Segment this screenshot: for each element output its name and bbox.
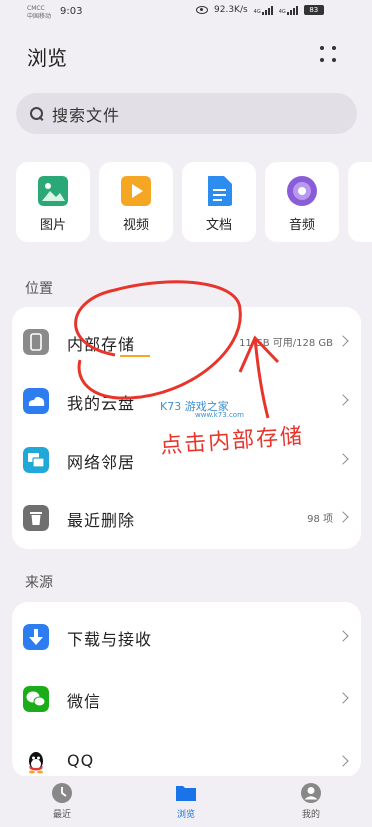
status-bar: CMCC 中国移动 9:03 92.3K/s 4G 4G 83 xyxy=(0,0,372,26)
section-title-location: 位置 xyxy=(25,281,53,297)
list-item-recently-deleted[interactable]: 最近删除 98 项 xyxy=(12,488,361,546)
wechat-icon xyxy=(23,686,49,712)
more-options-icon[interactable] xyxy=(318,44,340,66)
cloud-icon xyxy=(23,388,49,414)
category-audio[interactable]: 音频 xyxy=(265,162,339,242)
battery-icon: 83 xyxy=(303,5,324,15)
download-icon xyxy=(23,624,49,650)
item-label: 下载与接收 xyxy=(67,630,153,649)
eye-comfort-icon xyxy=(196,6,208,14)
tab-label: 浏览 xyxy=(176,810,195,820)
category-label: 图片 xyxy=(39,218,66,233)
phone-storage-icon xyxy=(23,329,49,355)
tab-profile[interactable]: 我的 xyxy=(271,782,351,820)
list-item-wechat[interactable]: 微信 xyxy=(12,669,361,727)
tab-label: 最近 xyxy=(52,810,71,820)
image-icon xyxy=(38,176,68,206)
carrier-name-local: 中国移动 xyxy=(27,13,52,20)
signal-icon-2: 4G xyxy=(279,5,298,15)
list-item-downloads[interactable]: 下载与接收 xyxy=(12,607,361,665)
tab-label: 我的 xyxy=(301,810,320,820)
category-documents[interactable]: 文档 xyxy=(182,162,256,242)
status-time: 9:03 xyxy=(60,6,83,17)
chevron-right-icon xyxy=(337,335,349,347)
chevron-right-icon xyxy=(337,630,349,642)
signal-label-2: 4G xyxy=(278,9,286,15)
document-icon xyxy=(208,176,232,206)
section-title-sources: 来源 xyxy=(25,575,53,591)
category-videos[interactable]: 视频 xyxy=(99,162,173,242)
list-item-internal-storage[interactable]: 内部存储 11 GB 可用/128 GB xyxy=(12,312,361,370)
page-title: 浏览 xyxy=(27,46,67,70)
category-label: 文档 xyxy=(205,218,232,233)
watermark-url: www.k73.com xyxy=(195,411,244,419)
trash-icon xyxy=(23,505,49,531)
item-label: QQ xyxy=(67,751,95,770)
carrier-info: CMCC 中国移动 xyxy=(27,5,51,21)
chevron-right-icon xyxy=(337,511,349,523)
video-icon xyxy=(121,176,151,206)
folder-icon xyxy=(176,786,196,801)
signal-icon: 4G xyxy=(254,5,273,15)
category-label: 视频 xyxy=(122,218,149,233)
tab-recent[interactable]: 最近 xyxy=(22,782,102,820)
carrier-name: CMCC xyxy=(27,5,45,12)
storage-info: 11 GB 可用/128 GB xyxy=(239,338,333,349)
status-indicators: 92.3K/s 4G 4G 83 xyxy=(196,5,324,15)
category-more[interactable] xyxy=(348,162,372,242)
clock-icon xyxy=(52,783,72,803)
chevron-right-icon xyxy=(337,394,349,406)
sources-card: 下载与接收 微信 QQ xyxy=(12,602,361,777)
signal-label: 4G xyxy=(253,9,261,15)
category-shortcuts: 图片 视频 文档 音频 xyxy=(16,162,372,242)
search-input[interactable]: 搜索文件 xyxy=(16,93,357,134)
item-label: 内部存储 xyxy=(67,335,136,354)
tab-browse[interactable]: 浏览 xyxy=(146,782,226,820)
category-images[interactable]: 图片 xyxy=(16,162,90,242)
item-label: 最近删除 xyxy=(67,511,136,530)
chevron-right-icon xyxy=(337,692,349,704)
item-label: 我的云盘 xyxy=(67,394,136,413)
header: 浏览 xyxy=(0,30,372,80)
chevron-right-icon xyxy=(337,453,349,465)
network-icon xyxy=(23,447,49,473)
item-count: 98 项 xyxy=(307,514,333,525)
item-label: 网络邻居 xyxy=(67,453,136,472)
bottom-tab-bar: 最近 浏览 我的 xyxy=(0,776,372,827)
search-placeholder: 搜索文件 xyxy=(52,105,121,125)
chevron-right-icon xyxy=(337,755,349,767)
network-speed: 92.3K/s xyxy=(214,5,248,15)
audio-icon xyxy=(287,176,317,206)
category-label: 音频 xyxy=(288,218,315,233)
item-label: 微信 xyxy=(67,692,102,711)
profile-icon xyxy=(301,783,321,803)
qq-icon xyxy=(29,752,43,774)
search-icon xyxy=(30,106,44,121)
